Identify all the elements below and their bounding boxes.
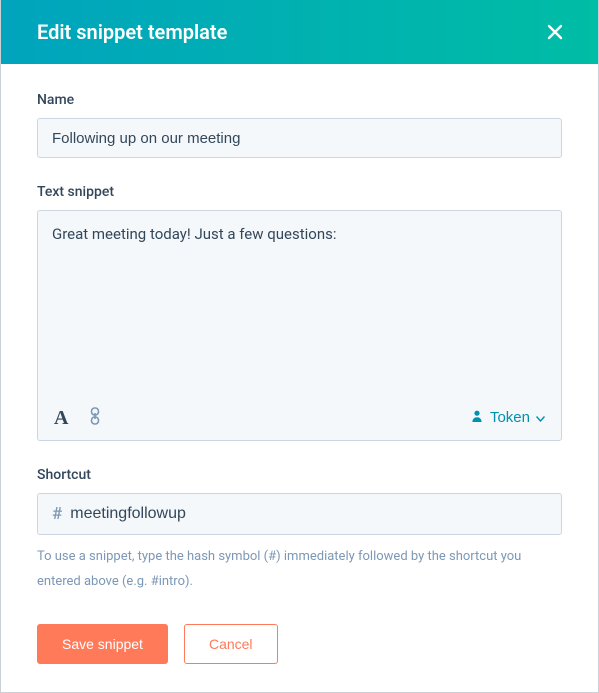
shortcut-label: Shortcut	[37, 467, 562, 483]
save-button[interactable]: Save snippet	[37, 624, 168, 664]
person-icon	[470, 409, 484, 427]
modal-actions: Save snippet Cancel	[37, 624, 562, 664]
snippet-label: Text snippet	[37, 184, 562, 200]
modal-title: Edit snippet template	[37, 20, 227, 44]
shortcut-field: Shortcut # To use a snippet, type the ha…	[37, 467, 562, 594]
modal-body: Name Text snippet Great meeting today! J…	[1, 64, 598, 688]
toolbar-right: Token	[468, 407, 547, 429]
name-field: Name	[37, 92, 562, 158]
text-format-button[interactable]: A	[52, 406, 70, 430]
token-button[interactable]: Token	[468, 407, 547, 429]
token-label: Token	[490, 409, 530, 426]
name-input[interactable]	[37, 118, 562, 158]
name-label: Name	[37, 92, 562, 108]
hash-icon: #	[52, 504, 62, 524]
snippet-textarea[interactable]: Great meeting today! Just a few question…	[38, 211, 561, 399]
link-icon	[88, 407, 102, 428]
close-button[interactable]	[540, 17, 570, 47]
close-icon	[546, 23, 564, 41]
link-button[interactable]	[86, 405, 104, 430]
toolbar-left: A	[52, 405, 104, 430]
shortcut-input[interactable]	[70, 494, 547, 534]
snippet-field: Text snippet Great meeting today! Just a…	[37, 184, 562, 441]
snippet-editor: Great meeting today! Just a few question…	[37, 210, 562, 441]
shortcut-help-text: To use a snippet, type the hash symbol (…	[37, 545, 562, 594]
caret-down-icon	[536, 409, 545, 426]
modal-header: Edit snippet template	[1, 0, 598, 64]
shortcut-input-wrapper[interactable]: #	[37, 493, 562, 535]
text-format-icon: A	[54, 408, 68, 428]
cancel-button[interactable]: Cancel	[184, 624, 278, 664]
editor-toolbar: A	[38, 399, 561, 440]
